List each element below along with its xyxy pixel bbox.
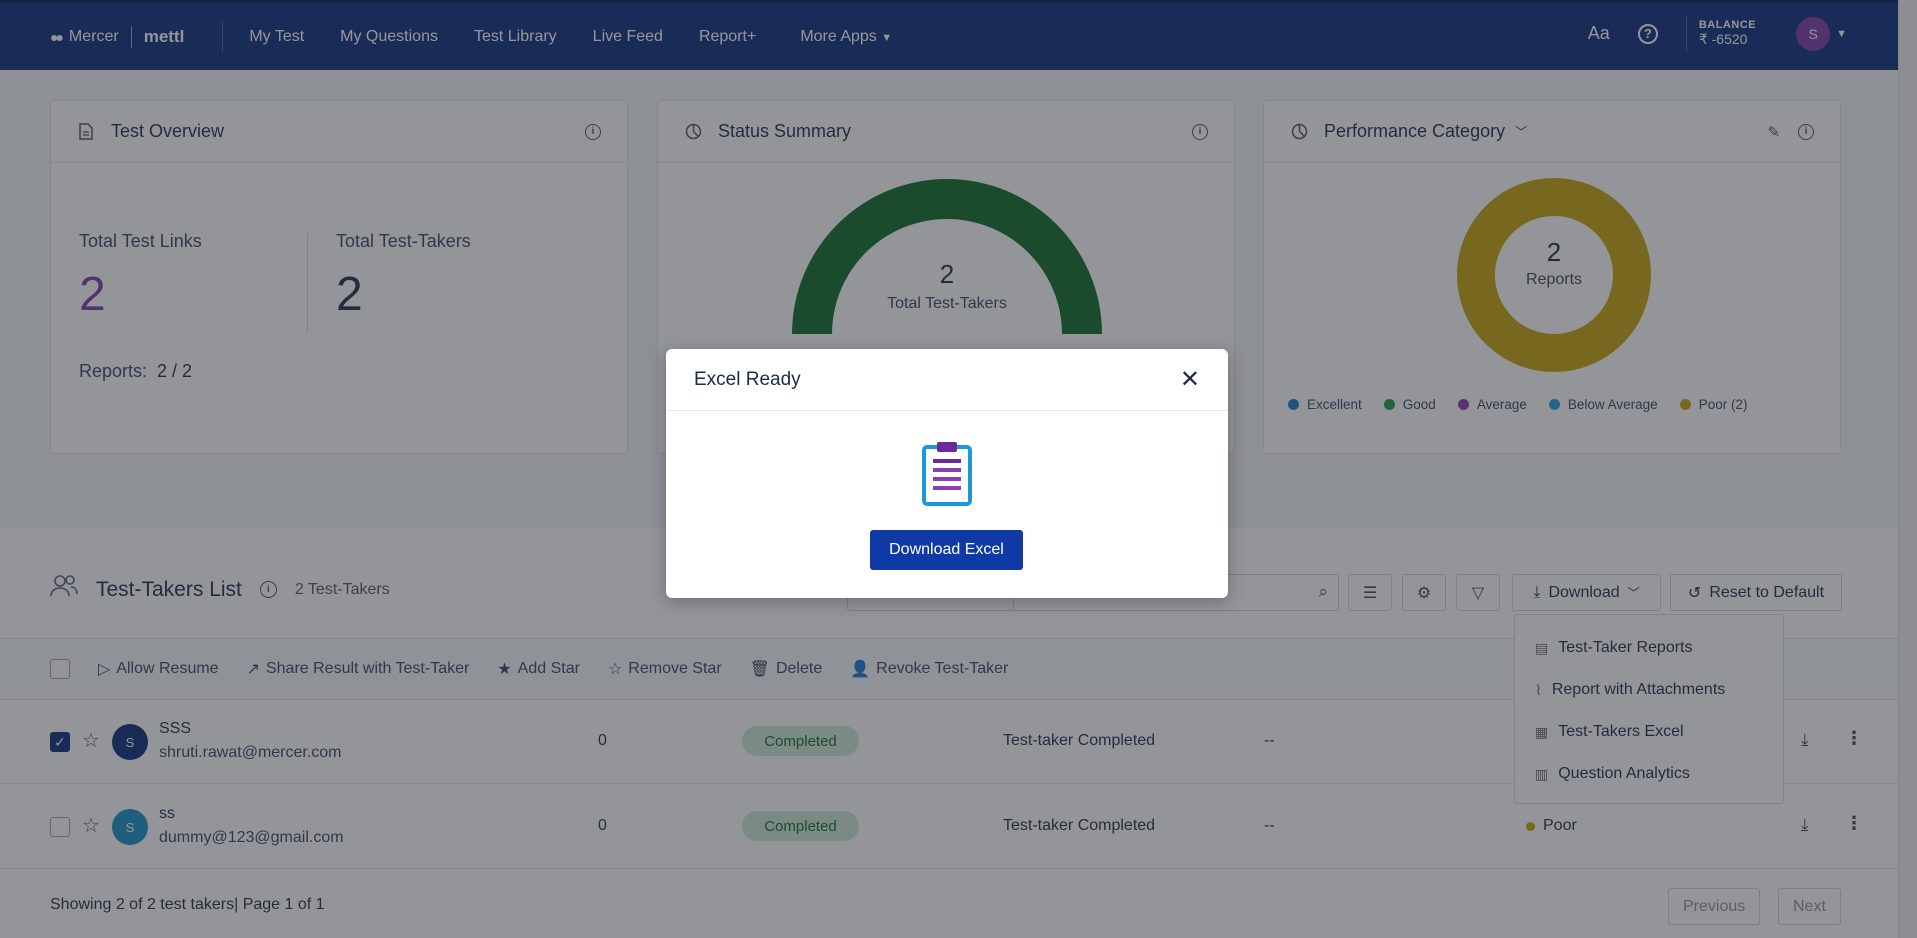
download-excel-button[interactable]: Download Excel — [870, 530, 1023, 570]
excel-ready-dialog: Excel Ready ✕ Download Excel — [666, 349, 1228, 598]
clipboard-icon — [922, 442, 972, 506]
dialog-title: Excel Ready — [694, 368, 801, 390]
close-icon[interactable]: ✕ — [1180, 365, 1200, 394]
